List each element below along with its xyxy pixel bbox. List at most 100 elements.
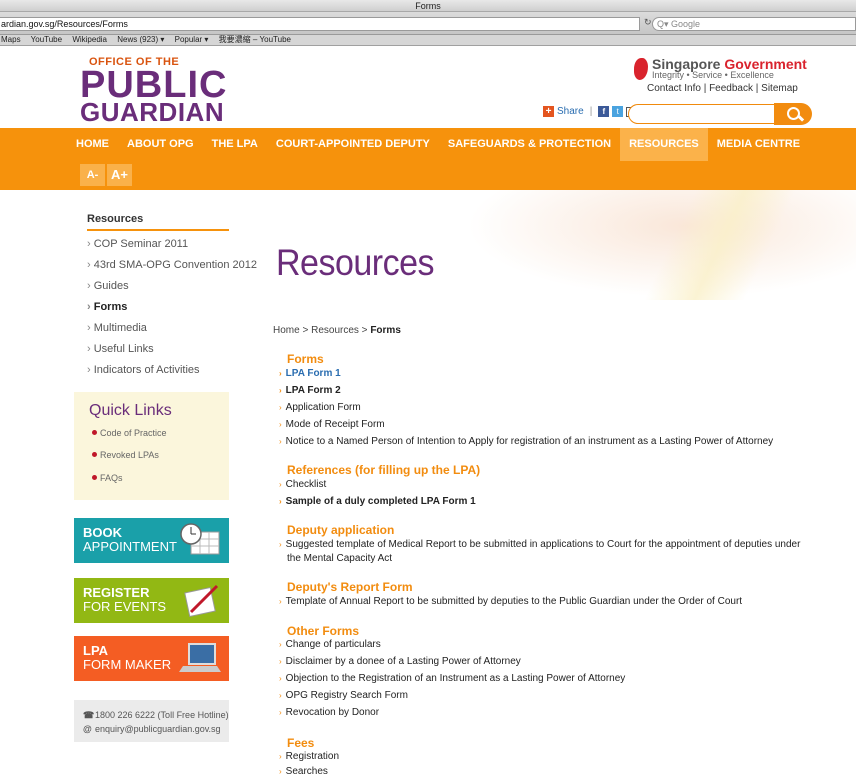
bookmark-news[interactable]: News (923) ▾ — [117, 35, 164, 44]
section-heading-deputy-report: Deputy's Report Form — [287, 580, 413, 594]
share-link[interactable]: Share — [557, 106, 584, 117]
link-checklist[interactable]: Checklist — [279, 478, 327, 491]
lpa-form-maker-banner[interactable]: LPA FORM MAKER — [74, 636, 229, 681]
sidebar-title: Resources — [87, 213, 144, 225]
nav-safeguards-protection[interactable]: SAFEGUARDS & PROTECTION — [439, 128, 620, 161]
nav-court-appointed-deputy[interactable]: COURT-APPOINTED DEPUTY — [267, 128, 439, 161]
page-title: Resources — [276, 242, 435, 284]
site-search-input[interactable] — [628, 104, 778, 124]
sidebar-item-cop-seminar[interactable]: COP Seminar 2011 — [87, 237, 257, 258]
breadcrumb-resources[interactable]: Resources — [311, 325, 359, 336]
font-increase-button[interactable]: A+ — [107, 164, 132, 186]
main-nav: HOME ABOUT OPG THE LPA COURT-APPOINTED D… — [0, 128, 856, 190]
search-icon: Q▾ — [657, 19, 672, 29]
bookmark-youtube[interactable]: YouTube — [31, 35, 62, 44]
section-heading-fees: Fees — [287, 736, 315, 750]
register-banner-line2: FOR EVENTS — [83, 599, 167, 614]
utility-links: Contact Info | Feedback | Sitemap — [647, 83, 798, 94]
link-lpa-form-1[interactable]: LPA Form 1 — [279, 367, 341, 380]
link-opg-registry-search[interactable]: OPG Registry Search Form — [279, 689, 408, 702]
nav-home[interactable]: HOME — [67, 128, 118, 161]
contact-info-link[interactable]: Contact Info — [647, 83, 701, 94]
section-heading-references: References (for filling up the LPA) — [287, 463, 481, 477]
sidebar-divider — [87, 229, 229, 231]
register-banner-line1: REGISTER — [83, 585, 150, 600]
link-medical-report-template-cont[interactable]: the Mental Capacity Act — [287, 552, 392, 565]
bookmark-maps[interactable]: Maps — [1, 35, 21, 44]
decorative-swoosh-highlight — [620, 190, 820, 300]
link-revocation-by-donor[interactable]: Revocation by Donor — [279, 706, 379, 719]
quicklink-revoked-lpas[interactable]: Revoked LPAs — [92, 450, 159, 460]
font-size-controls: A- A+ — [80, 164, 132, 186]
share-plus-icon[interactable]: + — [543, 106, 554, 117]
window-title: Forms — [0, 0, 856, 12]
link-application-form[interactable]: Application Form — [279, 401, 361, 414]
browser-search-placeholder: Google — [671, 19, 701, 29]
quick-links-panel: Quick Links Code of Practice Revoked LPA… — [74, 392, 229, 500]
section-heading-deputy-application: Deputy application — [287, 523, 395, 537]
logo-line2: PUBLIC — [80, 64, 228, 106]
sidebar-item-guides[interactable]: Guides — [87, 279, 257, 300]
register-events-banner[interactable]: REGISTER FOR EVENTS — [74, 578, 229, 623]
reload-icon[interactable]: ↻ — [644, 17, 652, 28]
share-separator: | — [589, 106, 593, 117]
laptop-icon — [179, 643, 221, 672]
font-decrease-button[interactable]: A- — [80, 164, 105, 186]
sidebar-item-useful-links[interactable]: Useful Links — [87, 342, 257, 363]
nav-the-lpa[interactable]: THE LPA — [203, 128, 267, 161]
book-banner-line1: BOOK — [83, 525, 122, 540]
lion-head-icon — [634, 58, 648, 80]
sidebar-item-multimedia[interactable]: Multimedia — [87, 321, 257, 342]
email-icon: @ — [83, 724, 92, 734]
nav-resources[interactable]: RESOURCES — [620, 128, 708, 161]
link-disclaimer-donee[interactable]: Disclaimer by a donee of a Lasting Power… — [279, 655, 521, 668]
sidebar-item-forms[interactable]: Forms — [87, 300, 257, 321]
sidebar-menu: COP Seminar 2011 43rd SMA-OPG Convention… — [87, 237, 257, 384]
quicklink-faqs[interactable]: FAQs — [92, 473, 123, 483]
bookmark-youtube-2[interactable]: 我要濃縮 – YouTube — [219, 35, 291, 44]
book-banner-line2: APPOINTMENT — [83, 539, 177, 554]
feedback-link[interactable]: Feedback — [709, 83, 753, 94]
link-mode-of-receipt-form[interactable]: Mode of Receipt Form — [279, 418, 385, 431]
link-notice-named-person[interactable]: Notice to a Named Person of Intention to… — [279, 435, 774, 448]
breadcrumb: Home > Resources > Forms — [273, 325, 401, 336]
link-annual-report-template[interactable]: Template of Annual Report to be submitte… — [279, 595, 742, 608]
contact-email[interactable]: enquiry@publicguardian.gov.sg — [95, 724, 221, 734]
opg-logo[interactable]: OFFICE OF THE PUBLIC GUARDIAN — [80, 56, 228, 127]
share-bar: + Share | f t ⎙ — [543, 106, 638, 117]
browser-toolbar: ardian.gov.sg/Resources/Forms ↻ Q▾ Googl… — [0, 12, 856, 35]
bookmark-popular[interactable]: Popular ▾ — [175, 35, 209, 44]
link-fees-registration[interactable]: Registration — [279, 750, 339, 763]
link-medical-report-template[interactable]: Suggested template of Medical Report to … — [279, 538, 801, 551]
gov-tagline: Integrity • Service • Excellence — [652, 70, 774, 80]
book-appointment-banner[interactable]: BOOK APPOINTMENT — [74, 518, 229, 563]
quick-links-title: Quick Links — [89, 402, 172, 419]
facebook-icon[interactable]: f — [598, 106, 610, 117]
search-button[interactable] — [774, 103, 812, 125]
lpa-banner-line2: FORM MAKER — [83, 657, 172, 672]
link-sample-lpa-form-1[interactable]: Sample of a duly completed LPA Form 1 — [279, 495, 476, 508]
browser-search-input[interactable]: Q▾ Google — [652, 17, 856, 31]
contact-box: ☎1800 226 6222 (Toll Free Hotline) @ enqu… — [74, 700, 229, 742]
link-lpa-form-2[interactable]: LPA Form 2 — [279, 384, 341, 397]
link-change-of-particulars[interactable]: Change of particulars — [279, 638, 381, 651]
pen-paper-icon — [184, 584, 219, 618]
nav-media-centre[interactable]: MEDIA CENTRE — [708, 128, 809, 161]
section-heading-other-forms: Other Forms — [287, 624, 360, 638]
breadcrumb-current: Forms — [370, 325, 401, 336]
twitter-icon[interactable]: t — [612, 106, 624, 117]
calendar-clock-icon — [180, 523, 220, 555]
bookmark-wikipedia[interactable]: Wikipedia — [72, 35, 107, 44]
link-fees-searches[interactable]: Searches — [279, 765, 328, 778]
breadcrumb-home[interactable]: Home — [273, 325, 300, 336]
sitemap-link[interactable]: Sitemap — [761, 83, 798, 94]
nav-about-opg[interactable]: ABOUT OPG — [118, 128, 203, 161]
link-objection-registration[interactable]: Objection to the Registration of an Inst… — [279, 672, 626, 685]
logo-line3: GUARDIAN — [80, 97, 225, 127]
sidebar-item-sma-opg-convention[interactable]: 43rd SMA-OPG Convention 2012 — [87, 258, 257, 279]
hotline-number: 1800 226 6222 (Toll Free Hotline) — [95, 710, 229, 720]
sidebar-item-indicators[interactable]: Indicators of Activities — [87, 363, 257, 384]
address-bar[interactable]: ardian.gov.sg/Resources/Forms — [0, 17, 640, 31]
quicklink-code-of-practice[interactable]: Code of Practice — [92, 428, 167, 438]
section-heading-forms: Forms — [287, 352, 324, 366]
